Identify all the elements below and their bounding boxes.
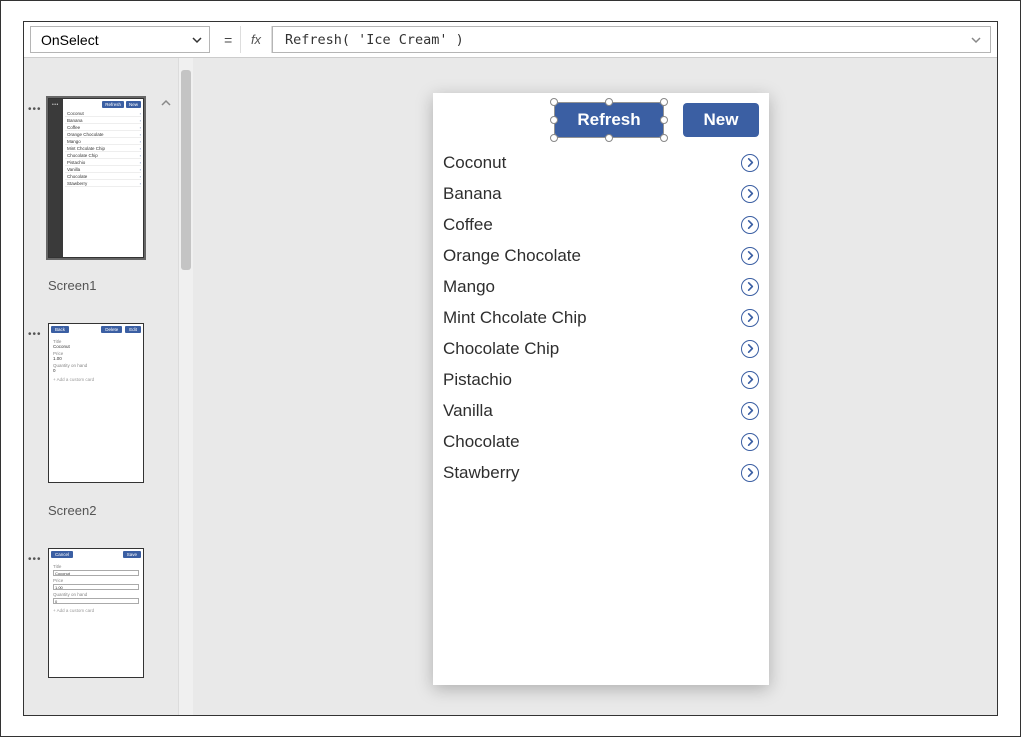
- thumbnail-screen2[interactable]: Back Delete Edit Title Coconut Price 1.0…: [48, 323, 144, 483]
- screen-thumbnail-screen3[interactable]: ••• Cancel Save Title Coconut Price 1.00: [24, 548, 178, 678]
- thumb-list-item: Coffee: [65, 124, 141, 131]
- thumb-save-button: Save: [123, 551, 141, 558]
- gallery-row[interactable]: Mint Chcolate Chip: [443, 302, 759, 333]
- arrow-right-circle-icon[interactable]: [741, 185, 759, 203]
- gallery-item-title: Banana: [443, 184, 741, 204]
- thumb-list-item: Mint Chcolate Chip: [65, 145, 141, 152]
- refresh-button[interactable]: Refresh: [555, 103, 663, 137]
- gallery-item-title: Coffee: [443, 215, 741, 235]
- thumb-list-item: Vanilla: [65, 166, 141, 173]
- arrow-right-circle-icon[interactable]: [741, 402, 759, 420]
- arrow-right-circle-icon[interactable]: [741, 216, 759, 234]
- thumbnail-screen1[interactable]: ••• Refresh New CoconutBananaCoffeeOrang…: [48, 98, 144, 258]
- arrow-right-circle-icon[interactable]: [741, 433, 759, 451]
- chevron-down-icon: [191, 34, 203, 46]
- property-selector-value: OnSelect: [41, 32, 99, 48]
- thumb-list-item: Stawberry: [65, 180, 141, 187]
- arrow-right-circle-icon[interactable]: [741, 309, 759, 327]
- gallery-row[interactable]: Chocolate Chip: [443, 333, 759, 364]
- formula-bar: OnSelect = fx Refresh( 'Ice Cream' ): [24, 22, 997, 58]
- thumb-list-item: Chocolate: [65, 173, 141, 180]
- workspace: ••• ••• Refresh New CoconutBananaCoffeeO…: [24, 58, 997, 715]
- thumb-new-button: New: [126, 101, 141, 108]
- more-icon[interactable]: •••: [28, 554, 42, 565]
- thumb-list-item: Banana: [65, 117, 141, 124]
- thumbnail-screen3[interactable]: Cancel Save Title Coconut Price 1.00 Qua…: [48, 548, 144, 678]
- phone-preview: Refresh New Coconut: [433, 93, 769, 685]
- gallery-item-title: Pistachio: [443, 370, 741, 390]
- gallery-item-title: Chocolate: [443, 432, 741, 452]
- thumb-list-item: Mango: [65, 138, 141, 145]
- thumb-list-item: Chocolate Chip: [65, 152, 141, 159]
- fx-label: fx: [240, 26, 272, 53]
- thumb-list-item: Pistachio: [65, 159, 141, 166]
- gallery-row[interactable]: Pistachio: [443, 364, 759, 395]
- refresh-button-selection[interactable]: Refresh: [555, 103, 663, 137]
- equals-label: =: [216, 22, 240, 57]
- chevron-down-icon: [970, 34, 982, 46]
- scrollbar-thumb[interactable]: [181, 70, 191, 270]
- thumb-edit-button: Edit: [125, 326, 141, 333]
- gallery-item-title: Stawberry: [443, 463, 741, 483]
- more-icon[interactable]: •••: [28, 104, 42, 115]
- thumb-list-item: Coconut: [65, 110, 141, 117]
- screen-thumbnail-screen2[interactable]: ••• Back Delete Edit Title Coconut Price: [24, 323, 178, 518]
- arrow-right-circle-icon[interactable]: [741, 247, 759, 265]
- screens-tree-panel: ••• ••• Refresh New CoconutBananaCoffeeO…: [24, 58, 179, 715]
- thumb-refresh-button: Refresh: [102, 101, 124, 108]
- screen-thumbnail-screen1[interactable]: ••• ••• Refresh New CoconutBananaCoffeeO…: [24, 98, 178, 293]
- gallery-item-title: Mango: [443, 277, 741, 297]
- arrow-right-circle-icon[interactable]: [741, 340, 759, 358]
- arrow-right-circle-icon[interactable]: [741, 464, 759, 482]
- gallery-row[interactable]: Coffee: [443, 209, 759, 240]
- gallery-row[interactable]: Orange Chocolate: [443, 240, 759, 271]
- formula-text: Refresh( 'Ice Cream' ): [285, 32, 464, 48]
- thumb-list-item: Orange Chocolate: [65, 131, 141, 138]
- outer-frame: OnSelect = fx Refresh( 'Ice Cream' ): [0, 0, 1021, 737]
- formula-input[interactable]: Refresh( 'Ice Cream' ): [272, 26, 991, 53]
- gallery-row[interactable]: Banana: [443, 178, 759, 209]
- gallery-row[interactable]: Chocolate: [443, 426, 759, 457]
- thumb-cancel-button: Cancel: [51, 551, 73, 558]
- arrow-right-circle-icon[interactable]: [741, 371, 759, 389]
- gallery-list: Coconut Banana Coffee Orange Chocolate Mango…: [433, 143, 769, 488]
- gallery-row[interactable]: Mango: [443, 271, 759, 302]
- property-selector[interactable]: OnSelect: [30, 26, 210, 53]
- gallery-item-title: Orange Chocolate: [443, 246, 741, 266]
- arrow-right-circle-icon[interactable]: [741, 154, 759, 172]
- more-icon[interactable]: •••: [28, 329, 42, 340]
- arrow-right-circle-icon[interactable]: [741, 278, 759, 296]
- screen-label: Screen1: [48, 278, 178, 293]
- gallery-row[interactable]: Coconut: [443, 147, 759, 178]
- gallery-item-title: Vanilla: [443, 401, 741, 421]
- app-window: OnSelect = fx Refresh( 'Ice Cream' ): [23, 21, 998, 716]
- gallery-row[interactable]: Vanilla: [443, 395, 759, 426]
- gallery-item-title: Chocolate Chip: [443, 339, 741, 359]
- screen-label: Screen2: [48, 503, 178, 518]
- design-canvas[interactable]: Refresh New Coconut: [193, 58, 997, 715]
- gallery-row[interactable]: Stawberry: [443, 457, 759, 488]
- phone-header: Refresh New: [433, 93, 769, 143]
- gallery-item-title: Mint Chcolate Chip: [443, 308, 741, 328]
- thumb-back-button: Back: [51, 326, 69, 333]
- tree-scrollbar[interactable]: [179, 58, 193, 715]
- gallery-item-title: Coconut: [443, 153, 741, 173]
- new-button[interactable]: New: [683, 103, 759, 137]
- thumb-delete-button: Delete: [101, 326, 122, 333]
